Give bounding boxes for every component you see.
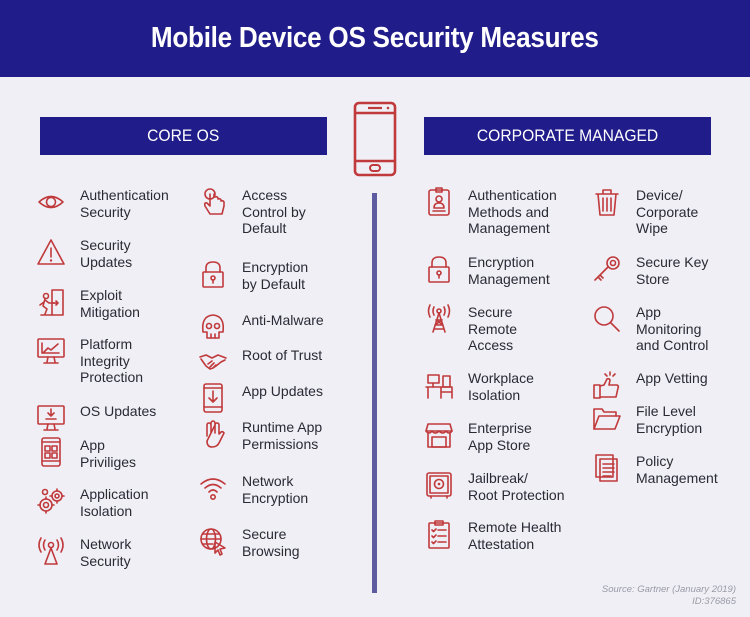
stop-hand-icon xyxy=(198,419,228,449)
id-badge-icon xyxy=(424,187,454,217)
measure-item: Secure Browsing xyxy=(198,526,300,559)
measure-item: Remote Health Attestation xyxy=(424,519,561,552)
measure-label: App Monitoring and Control xyxy=(636,304,709,353)
measure-item: Jailbreak/ Root Protection xyxy=(424,470,565,503)
smartphone-icon xyxy=(353,101,397,177)
measure-label: App Vetting xyxy=(636,370,708,386)
measure-label: Authentication Security xyxy=(80,187,169,220)
radio-tower-icon xyxy=(424,304,454,334)
measure-item: App Monitoring and Control xyxy=(592,304,708,354)
measure-label: Platform Integrity Protection xyxy=(80,336,144,385)
measure-item: Platform Integrity Protection xyxy=(36,336,143,386)
safe-icon xyxy=(424,470,454,500)
measure-item: App Priviliges xyxy=(36,437,136,470)
measure-item: OS Updates xyxy=(36,403,156,433)
measure-label: Exploit Mitigation xyxy=(80,287,140,320)
measure-item: App Vetting xyxy=(592,370,708,400)
measure-item: Root of Trust xyxy=(198,347,322,377)
title-banner: Mobile Device OS Security Measures xyxy=(0,0,750,77)
phone-apps-icon xyxy=(36,437,66,467)
trash-icon xyxy=(592,187,622,217)
touch-hand-icon xyxy=(198,187,228,217)
measure-label: Secure Remote Access xyxy=(468,304,518,353)
magnifier-icon xyxy=(592,304,622,334)
measure-label: App Priviliges xyxy=(80,437,137,470)
measure-item: Network Security xyxy=(36,536,131,569)
wifi-icon xyxy=(198,473,228,503)
measure-label: Policy Management xyxy=(636,453,718,486)
thumbs-up-icon xyxy=(592,370,622,400)
checklist-icon xyxy=(424,519,454,549)
warning-icon xyxy=(36,237,66,267)
storefront-icon xyxy=(424,420,454,450)
measure-label: Encryption by Default xyxy=(242,259,309,292)
document-icon xyxy=(592,453,622,483)
section-header-core-os-label: CORE OS xyxy=(147,126,220,145)
monitor-download-icon xyxy=(36,403,66,433)
measure-item: Enterprise App Store xyxy=(424,420,532,453)
skull-icon xyxy=(198,312,228,342)
measure-item: Encryption by Default xyxy=(198,259,308,292)
measure-label: Secure Key Store xyxy=(636,254,709,287)
folder-icon xyxy=(592,403,622,433)
page-title: Mobile Device OS Security Measures xyxy=(151,22,599,54)
measure-item: Authentication Security xyxy=(36,187,169,220)
source-note: Source: Gartner (January 2019) ID:376865 xyxy=(602,584,736,608)
measure-item: Encryption Management xyxy=(424,254,550,287)
measure-label: Encryption Management xyxy=(468,254,550,287)
globe-cursor-icon xyxy=(198,526,228,556)
gears-icon xyxy=(36,486,66,516)
measure-item: Exploit Mitigation xyxy=(36,287,140,320)
measure-label: Jailbreak/ Root Protection xyxy=(468,470,565,503)
antenna-icon xyxy=(36,536,66,566)
measure-label: Secure Browsing xyxy=(242,526,300,559)
measure-label: OS Updates xyxy=(80,403,157,419)
measure-item: Policy Management xyxy=(592,453,718,486)
measure-item: Secure Key Store xyxy=(592,254,708,287)
section-header-corporate-managed-label: CORPORATE MANAGED xyxy=(476,126,659,145)
measure-item: Runtime App Permissions xyxy=(198,419,322,452)
handshake-icon xyxy=(198,347,228,377)
measure-item: App Updates xyxy=(198,383,323,413)
section-header-core-os: CORE OS xyxy=(40,117,327,155)
padlock-icon xyxy=(198,259,228,289)
padlock-icon xyxy=(424,254,454,284)
measure-label: Root of Trust xyxy=(242,347,323,363)
source-citation: Source: Gartner (January 2019) xyxy=(601,584,736,595)
source-id: ID:376865 xyxy=(692,596,736,607)
column-divider xyxy=(372,193,377,593)
measure-label: Access Control by Default xyxy=(242,187,306,236)
measure-label: Runtime App Permissions xyxy=(242,419,323,452)
measure-label: Workplace Isolation xyxy=(468,370,534,403)
measure-label: Anti-Malware xyxy=(242,312,324,328)
measure-item: Anti-Malware xyxy=(198,312,324,342)
measure-item: Network Encryption xyxy=(198,473,308,506)
measure-label: File Level Encryption xyxy=(636,403,703,436)
measure-label: Device/ Corporate Wipe xyxy=(636,187,699,236)
measure-item: Application Isolation xyxy=(36,486,149,519)
measure-label: Remote Health Attestation xyxy=(468,519,562,552)
section-header-corporate-managed: CORPORATE MANAGED xyxy=(424,117,711,155)
desk-icon xyxy=(424,370,454,400)
exit-door-icon xyxy=(36,287,66,317)
measure-item: Secure Remote Access xyxy=(424,304,517,354)
measure-item: Workplace Isolation xyxy=(424,370,534,403)
measure-item: Access Control by Default xyxy=(198,187,306,237)
eye-icon xyxy=(36,187,66,217)
measure-label: Application Isolation xyxy=(80,486,149,519)
measure-label: Authentication Methods and Management xyxy=(468,187,557,236)
monitor-chart-icon xyxy=(36,336,66,366)
measure-item: File Level Encryption xyxy=(592,403,702,436)
key-icon xyxy=(592,254,622,284)
measure-label: Enterprise App Store xyxy=(468,420,532,453)
measure-item: Security Updates xyxy=(36,237,132,270)
measure-label: Network Security xyxy=(80,536,132,569)
phone-download-icon xyxy=(198,383,228,413)
measure-item: Authentication Methods and Management xyxy=(424,187,557,237)
measure-item: Device/ Corporate Wipe xyxy=(592,187,698,237)
measure-label: Security Updates xyxy=(80,237,133,270)
measure-label: App Updates xyxy=(242,383,323,399)
measure-label: Network Encryption xyxy=(242,473,309,506)
